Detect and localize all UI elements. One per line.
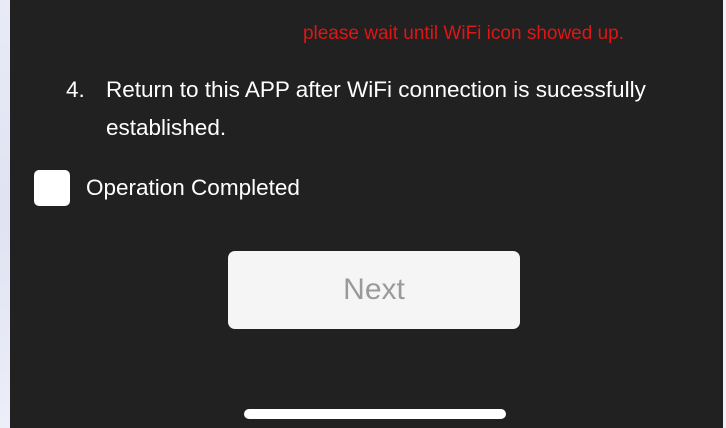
- left-edge-background: [0, 0, 10, 428]
- home-indicator[interactable]: [244, 409, 506, 419]
- operation-completed-checkbox[interactable]: [34, 170, 70, 206]
- next-button[interactable]: Next: [228, 251, 520, 329]
- step-number: 4.: [66, 77, 85, 102]
- wifi-warning-text: please wait until WiFi icon showed up.: [302, 23, 624, 44]
- app-screen: please wait until WiFi icon showed up. 4…: [10, 0, 723, 428]
- step-instruction: Return to this APP after WiFi connection…: [106, 77, 646, 140]
- operation-completed-row[interactable]: Operation Completed: [34, 169, 300, 207]
- operation-completed-label[interactable]: Operation Completed: [86, 169, 300, 207]
